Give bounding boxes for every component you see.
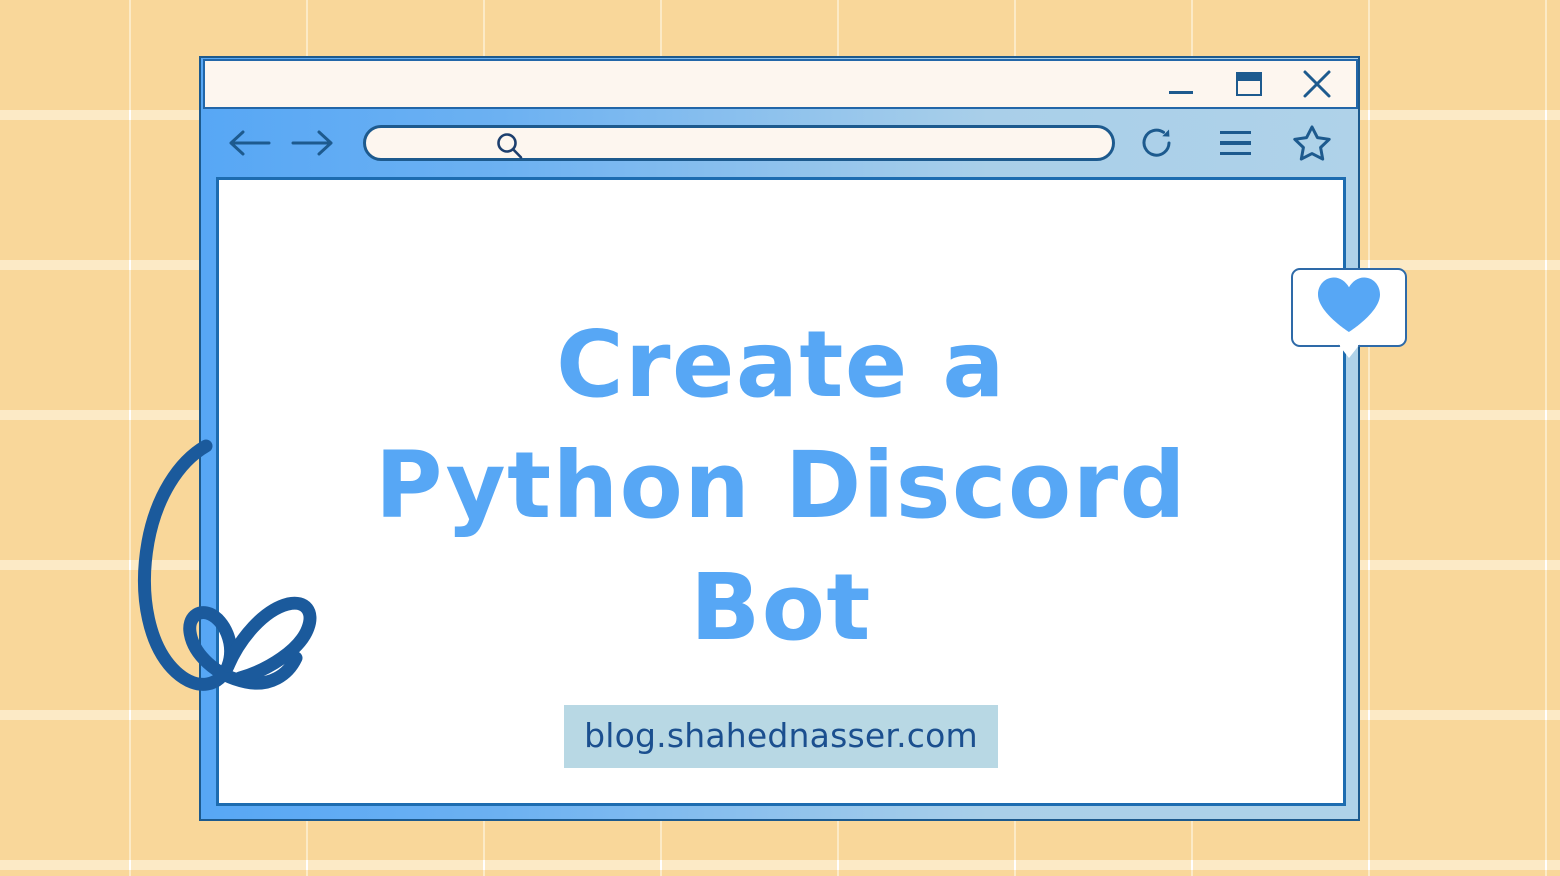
- browser-toolbar: [203, 112, 1358, 174]
- heart-icon: [1314, 274, 1384, 341]
- page-title: Create a Python Discord Bot: [375, 311, 1187, 661]
- title-bar: [203, 59, 1358, 109]
- search-icon: [493, 130, 527, 169]
- toolbar-actions: [1138, 123, 1338, 163]
- browser-window: Create a Python Discord Bot blog.shahednas…: [199, 56, 1360, 821]
- heart-bubble[interactable]: [1291, 268, 1407, 358]
- page-viewport: Create a Python Discord Bot blog.shahednas…: [216, 177, 1346, 806]
- search-input[interactable]: [363, 125, 1115, 161]
- url-badge: blog.shahednasser.com: [564, 705, 998, 768]
- reload-icon[interactable]: [1138, 123, 1178, 163]
- arrow-left-icon[interactable]: [227, 121, 271, 165]
- maximize-icon[interactable]: [1232, 67, 1266, 101]
- star-icon[interactable]: [1292, 123, 1332, 163]
- hamburger-menu-icon[interactable]: [1215, 123, 1255, 163]
- url-badge-wrapper: blog.shahednasser.com: [219, 705, 1343, 768]
- minimize-icon[interactable]: [1164, 67, 1198, 101]
- arrow-right-icon[interactable]: [291, 121, 335, 165]
- close-icon[interactable]: [1300, 67, 1334, 101]
